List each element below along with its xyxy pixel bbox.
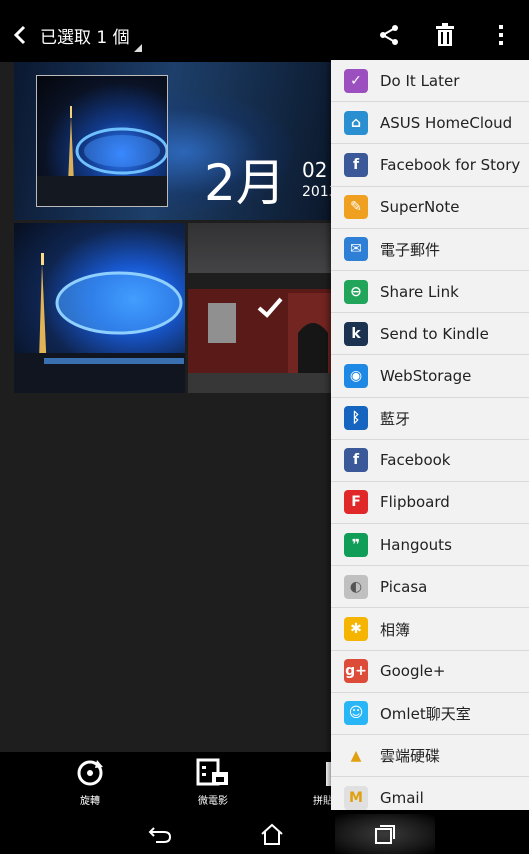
movie-icon [196, 758, 228, 786]
rotate-icon [77, 760, 103, 786]
share-menu-item[interactable]: g+ Google+ [331, 651, 529, 693]
share-menu-item-label: SuperNote [380, 198, 460, 217]
share-menu-item[interactable]: ▲ 雲端硬碟 [331, 735, 529, 778]
share-menu-item[interactable]: ✎ SuperNote [331, 187, 529, 229]
share-menu-item-label: ASUS HomeCloud [380, 113, 513, 132]
omlet-icon: ☺ [344, 701, 368, 726]
gmail-icon: M [344, 785, 368, 810]
date-header-banner: 2月 02 2013 [14, 62, 344, 220]
movie-label: 微電影 [198, 796, 228, 807]
google-plus-icon: g+ [344, 659, 368, 684]
share-menu-item-label: 電子郵件 [380, 240, 441, 259]
share-menu-item-label: Omlet聊天室 [380, 704, 471, 723]
share-menu-item[interactable]: M Gmail [331, 777, 529, 810]
share-menu-item-label: Gmail [380, 788, 424, 807]
share-menu-item[interactable]: k Send to Kindle [331, 313, 529, 356]
share-link-icon: ⊖ [344, 279, 368, 304]
share-menu-item[interactable]: ❞ Hangouts [331, 524, 529, 567]
share-menu-item-label: Send to Kindle [380, 324, 489, 343]
rotate-button[interactable]: 旋轉 [60, 756, 120, 814]
share-menu-item[interactable]: ᛒ 藍牙 [331, 398, 529, 440]
facebook-icon: f [344, 448, 368, 473]
share-menu-item-label: 雲端硬碟 [380, 747, 441, 766]
share-menu-item[interactable]: ✓ Do It Later [331, 60, 529, 103]
selection-title[interactable]: 已選取 1 個 [40, 23, 144, 52]
kindle-icon: k [344, 321, 368, 346]
date-day: 02 [302, 158, 328, 182]
share-menu-item-label: Do It Later [380, 71, 460, 90]
share-menu-item[interactable]: f Facebook [331, 440, 529, 482]
share-button[interactable] [361, 8, 417, 62]
photos-icon: ✱ [344, 617, 368, 642]
action-bar: 已選取 1 個 [0, 8, 529, 62]
trash-icon [436, 23, 454, 46]
back-chevron-icon[interactable] [0, 8, 40, 62]
share-menu-item-label: Share Link [380, 282, 459, 301]
date-month: 2月 [204, 154, 286, 212]
back-icon [148, 827, 172, 843]
flipboard-icon: F [344, 490, 368, 515]
share-menu-item-label: Google+ [380, 662, 446, 681]
more-vert-icon [499, 25, 503, 45]
share-menu-item[interactable]: ✉ 電子郵件 [331, 229, 529, 271]
checkmark-icon [257, 297, 283, 318]
share-menu-item-label: Picasa [380, 577, 428, 596]
share-menu: ✓ Do It Later ⌂ ASUS HomeCloud f Facebook for… [331, 60, 529, 810]
share-menu-item[interactable]: ⌂ ASUS HomeCloud [331, 102, 529, 145]
back-nav-button[interactable] [110, 814, 210, 854]
share-menu-item[interactable]: ✱ 相簿 [331, 608, 529, 651]
share-menu-item-label: Hangouts [380, 535, 452, 554]
share-menu-item[interactable]: f Facebook for Story [331, 144, 529, 187]
rotate-label: 旋轉 [80, 796, 100, 807]
bluetooth-icon: ᛒ [344, 406, 368, 431]
delete-button[interactable] [417, 8, 473, 62]
asus-homecloud-icon: ⌂ [344, 110, 368, 135]
share-menu-item-label: 相簿 [380, 620, 411, 639]
supernote-icon: ✎ [344, 195, 368, 220]
action-buttons [361, 8, 529, 62]
movie-button[interactable]: 微電影 [183, 756, 243, 814]
email-icon: ✉ [344, 237, 368, 262]
share-menu-item[interactable]: ◉ WebStorage [331, 355, 529, 398]
share-menu-item-label: Facebook for Story [380, 155, 521, 174]
share-menu-item-label: Facebook [380, 451, 451, 470]
recent-apps-nav-button[interactable] [335, 814, 435, 854]
hangouts-icon: ❞ [344, 532, 368, 557]
share-menu-item[interactable]: F Flipboard [331, 482, 529, 525]
share-menu-item[interactable]: ⊖ Share Link [331, 271, 529, 314]
picasa-icon: ◐ [344, 574, 368, 599]
album-cover-thumbnail[interactable] [36, 75, 168, 207]
share-menu-item-label: Flipboard [380, 493, 450, 512]
recent-apps-icon [375, 825, 395, 844]
photo-thumbnail[interactable] [14, 223, 185, 393]
share-menu-item-label: 藍牙 [380, 409, 411, 428]
webstorage-icon: ◉ [344, 363, 368, 388]
home-nav-button[interactable] [222, 814, 322, 854]
google-drive-icon: ▲ [344, 743, 368, 768]
navigation-bar [0, 814, 529, 854]
do-it-later-icon: ✓ [344, 68, 368, 93]
share-menu-item-label: WebStorage [380, 366, 472, 385]
overflow-menu-button[interactable] [473, 8, 529, 62]
home-icon [261, 823, 283, 845]
share-menu-item[interactable]: ◐ Picasa [331, 566, 529, 609]
share-menu-item[interactable]: ☺ Omlet聊天室 [331, 693, 529, 735]
share-icon [380, 25, 398, 45]
status-bar [0, 0, 529, 8]
facebook-for-story-icon: f [344, 152, 368, 177]
photo-thumbnail-selected[interactable] [188, 223, 348, 393]
